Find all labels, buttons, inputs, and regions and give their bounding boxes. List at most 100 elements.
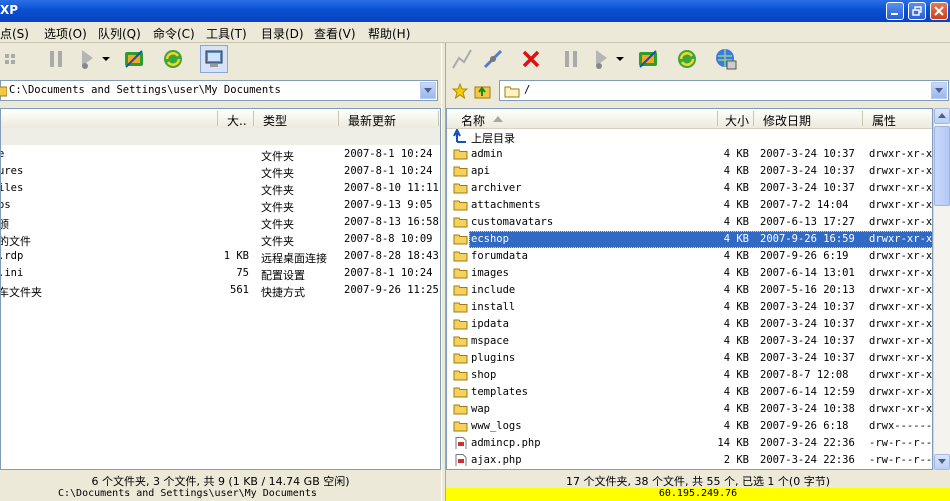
row-size: 1 KB [223, 250, 249, 262]
menu-help[interactable]: 帮助(H) [368, 25, 410, 42]
remote-status: 17 个文件夹, 38 个文件, 共 55 个, 已选 1 个(0 字节) [565, 475, 831, 488]
row-name: wap [471, 403, 490, 415]
transfer-dropdown-remote[interactable] [614, 47, 626, 71]
folder-row[interactable]: include 4 KB 2007-5-16 20:13 drwxr-xr-x [447, 282, 932, 299]
menu-commands[interactable]: 命令(C) [153, 25, 195, 42]
row-attr: drwxr-xr-x [869, 233, 933, 245]
table-row[interactable]: iles 文件夹 2007-8-10 11:11 [1, 180, 440, 197]
refresh-button-remote[interactable] [675, 47, 699, 71]
pause-button[interactable] [44, 47, 68, 71]
file-row[interactable]: ajax.php 2 KB 2007-3-24 22:36 -rw-r--r-- [447, 452, 932, 469]
row-name: api [471, 165, 490, 177]
transfer-button-remote[interactable] [590, 47, 614, 71]
folder-icon [453, 404, 468, 415]
col-modified[interactable]: 修改日期 [763, 112, 811, 129]
folder-row[interactable]: ecshop 4 KB 2007-9-26 16:59 drwxr-xr-x [447, 231, 933, 248]
link-button[interactable] [481, 47, 505, 71]
row-size: 561 [230, 284, 249, 296]
connect-button-remote[interactable] [636, 47, 660, 71]
folder-row[interactable]: www_logs 4 KB 2007-9-26 6:18 drwx------ [447, 418, 932, 435]
folder-row[interactable]: archiver 4 KB 2007-3-24 10:37 drwxr-xr-x [447, 180, 932, 197]
col-type[interactable]: 类型 [263, 112, 287, 129]
favorites-button[interactable] [451, 82, 469, 102]
chevron-down-icon [935, 87, 943, 93]
folder-row[interactable]: install 4 KB 2007-3-24 10:37 drwxr-xr-x [447, 299, 932, 316]
menu-site[interactable]: 点(S) [0, 25, 29, 42]
folder-row[interactable]: mspace 4 KB 2007-3-24 10:37 drwxr-xr-x [447, 333, 932, 350]
row-name: .rdp [0, 250, 24, 262]
row-name: images [471, 267, 509, 279]
col-size[interactable]: 大小 [725, 112, 749, 129]
site-manager-button[interactable] [714, 47, 738, 71]
maximize-button[interactable] [908, 2, 926, 20]
remote-address-dropdown[interactable] [931, 82, 947, 99]
folder-row[interactable]: shop 4 KB 2007-8-7 12:08 drwxr-xr-x [447, 367, 933, 384]
folder-row[interactable]: wap 4 KB 2007-3-24 10:38 drwxr-xr-x [447, 401, 932, 418]
folder-icon [504, 86, 520, 98]
col-modified[interactable]: 最新更新 [348, 112, 396, 129]
table-row[interactable]: .rdp 1 KB 远程桌面连接 2007-8-28 18:43 [0, 248, 440, 265]
connect-button[interactable] [122, 47, 146, 71]
table-row[interactable]: 颁 文件夹 2007-8-13 16:58 [1, 214, 440, 231]
folder-row[interactable]: admin 4 KB 2007-3-24 10:37 drwxr-xr-x [447, 146, 932, 163]
minimize-button[interactable] [886, 2, 904, 20]
col-name[interactable]: 名称 [461, 112, 485, 129]
folder-row[interactable]: images 4 KB 2007-6-14 13:01 drwxr-xr-x [447, 265, 932, 282]
scroll-thumb[interactable] [934, 126, 950, 206]
close-button[interactable] [930, 2, 948, 20]
col-attr[interactable]: 属性 [872, 112, 896, 129]
table-row[interactable]: 的文件 文件夹 2007-8-8 10:09 [1, 231, 440, 248]
local-view-button[interactable] [200, 45, 228, 73]
row-attr: drwxr-xr-x [869, 369, 933, 381]
row-modified: 2007-3-24 10:37 [760, 335, 855, 347]
row-name: admin [471, 148, 503, 160]
transfer-dropdown[interactable] [100, 47, 112, 71]
folder-row[interactable]: forumdata 4 KB 2007-9-26 6:19 drwxr-xr-x [447, 248, 932, 265]
view-button[interactable] [0, 47, 24, 71]
menu-view[interactable]: 查看(V) [314, 25, 356, 42]
row-name: os [1, 199, 11, 211]
menu-directory[interactable]: 目录(D) [261, 25, 304, 42]
folder-row[interactable]: plugins 4 KB 2007-3-24 10:37 drwxr-xr-x [447, 350, 932, 367]
table-row[interactable]: os 文件夹 2007-9-13 9:05 [1, 197, 440, 214]
local-path-status: C:\Documents and Settings\user\My Docume… [58, 488, 317, 499]
disconnect-button[interactable] [450, 47, 474, 71]
table-row[interactable]: e 文件夹 2007-8-1 10:24 [1, 146, 440, 163]
remote-scrollbar[interactable] [933, 108, 950, 470]
folder-row[interactable]: templates 4 KB 2007-6-14 12:59 drwxr-xr-x [447, 384, 933, 401]
local-address-dropdown[interactable] [420, 82, 436, 99]
delete-button[interactable] [519, 47, 543, 71]
pause-button-remote[interactable] [559, 47, 583, 71]
menu-options[interactable]: 选项(O) [44, 25, 87, 42]
row-modified: 2007-3-24 10:37 [760, 301, 855, 313]
local-address-bar[interactable]: C:\Documents and Settings\user\My Docume… [0, 80, 438, 101]
menu-tools[interactable]: 工具(T) [206, 25, 247, 42]
table-row[interactable]: ures 文件夹 2007-8-1 10:24 [1, 163, 440, 180]
menu-bar: 点(S) 选项(O) 队列(Q) 命令(C) 工具(T) 目录(D) 查看(V)… [0, 22, 950, 43]
table-row[interactable]: .ini 75 配置设置 2007-8-1 10:24 [1, 265, 440, 282]
folder-row[interactable]: customavatars 4 KB 2007-6-13 17:27 drwxr-xr… [447, 214, 932, 231]
row-name: attachments [471, 199, 541, 211]
scroll-down-button[interactable] [934, 454, 950, 470]
up-folder-button[interactable] [474, 82, 492, 103]
table-row[interactable]: 车文件夹 561 快捷方式 2007-9-26 11:25 [1, 282, 440, 299]
file-row[interactable]: admincp.php 14 KB 2007-3-24 22:36 -rw-r--r-… [447, 435, 932, 452]
refresh-button[interactable] [161, 47, 185, 71]
row-attr: drwxr-xr-x [869, 386, 933, 398]
folder-row[interactable]: ipdata 4 KB 2007-3-24 10:37 drwxr-xr-x [447, 316, 932, 333]
menu-queue[interactable]: 队列(Q) [98, 25, 141, 42]
col-size[interactable]: 大.. [227, 112, 247, 129]
scroll-up-button[interactable] [934, 108, 950, 124]
row-modified: 2007-5-16 20:13 [760, 284, 855, 296]
row-size: 4 KB [723, 250, 749, 262]
parent-directory-row[interactable]: 上层目录 [447, 128, 932, 145]
table-row[interactable] [1, 128, 440, 145]
row-modified: 2007-3-24 22:36 [760, 437, 855, 449]
remote-address-bar[interactable]: / [499, 80, 949, 101]
row-type: 文件夹 [261, 167, 294, 180]
transfer-button[interactable] [76, 47, 100, 71]
folder-row[interactable]: attachments 4 KB 2007-7-2 14:04 drwxr-xr-x [447, 197, 932, 214]
row-type: 文件夹 [261, 235, 294, 248]
folder-row[interactable]: api 4 KB 2007-3-24 10:37 drwxr-xr-x [447, 163, 932, 180]
php-file-icon [455, 454, 467, 466]
